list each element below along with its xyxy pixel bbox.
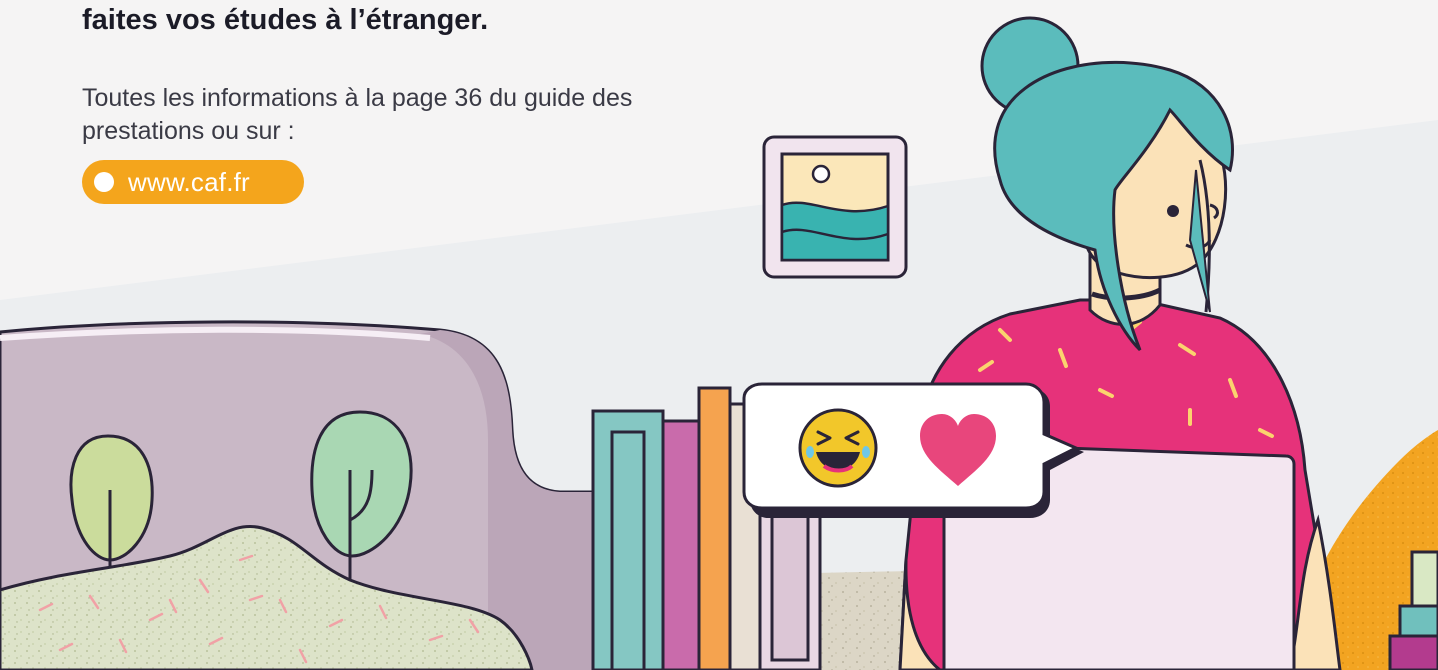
speech-bubble [742, 382, 1084, 518]
caf-link-button[interactable]: www.caf.fr [82, 160, 304, 204]
body-text: Toutes les informations à la page 36 du … [82, 84, 633, 145]
laughing-emoji-icon [798, 408, 878, 488]
picture-frame [762, 135, 908, 279]
headline: faites vos études à l’étranger. [82, 4, 489, 36]
dot-icon [94, 172, 114, 192]
link-label: www.caf.fr [128, 166, 250, 197]
